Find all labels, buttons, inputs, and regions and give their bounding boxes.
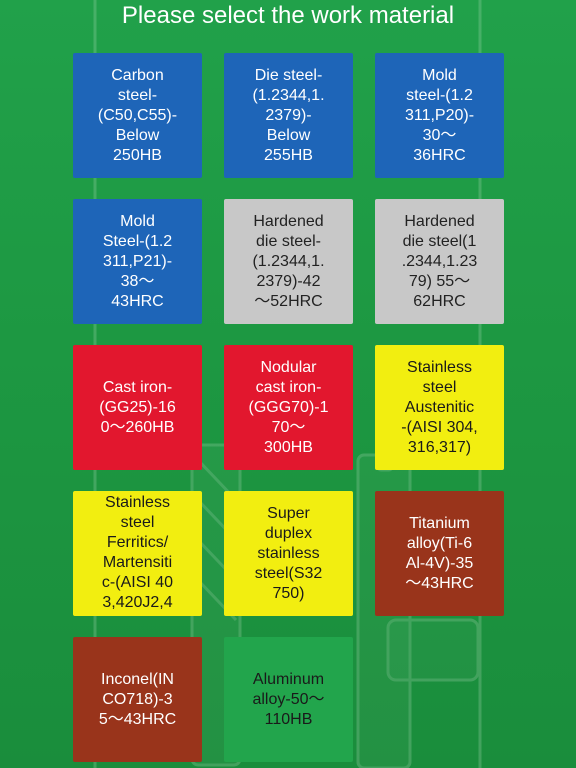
material-button[interactable]: Aluminum alloy-50～ 110HB — [224, 637, 353, 762]
material-label: Super duplex stainless steel(S32 750) — [254, 504, 323, 602]
material-button[interactable]: Mold Steel-(1.2 311,P21)- 38～ 43HRC — [73, 199, 202, 324]
page-title: Please select the work material — [121, 2, 455, 29]
material-button[interactable]: Mold steel-(1.2 311,P20)- 30～ 36HRC — [375, 53, 504, 178]
material-label: Mold steel-(1.2 311,P20)- 30～ 36HRC — [404, 66, 475, 164]
material-button[interactable]: Stainless steel Ferritics/ Martensiti c-… — [73, 491, 202, 616]
material-label: Die steel- (1.2344,1. 2379)- Below 255HB — [252, 66, 325, 164]
material-button[interactable]: Stainless steel Austenitic -(AISI 304, 3… — [375, 345, 504, 470]
material-button[interactable]: Hardened die steel- (1.2344,1. 2379)-42 … — [224, 199, 353, 324]
material-label: Carbon steel- (C50,C55)- Below 250HB — [97, 66, 178, 164]
material-grid: Carbon steel- (C50,C55)- Below 250HB Die … — [73, 53, 504, 768]
material-button[interactable]: Nodular cast iron- (GGG70)-1 70～ 300HB — [224, 345, 353, 470]
material-label: Stainless steel Austenitic -(AISI 304, 3… — [401, 358, 478, 456]
material-label: Inconel(IN CO718)-3 5～43HRC — [98, 670, 177, 728]
material-label: Mold Steel-(1.2 311,P21)- 38～ 43HRC — [102, 212, 173, 310]
material-label: Hardened die steel- (1.2344,1. 2379)-42 … — [252, 212, 325, 310]
material-button[interactable]: Cast iron- (GG25)-16 0～260HB — [73, 345, 202, 470]
material-button[interactable]: Die steel- (1.2344,1. 2379)- Below 255HB — [224, 53, 353, 178]
material-button[interactable]: Hardened die steel(1 .2344,1.23 79) 55～ … — [375, 199, 504, 324]
material-button[interactable]: Inconel(IN CO718)-3 5～43HRC — [73, 637, 202, 762]
material-button[interactable]: Titanium alloy(Ti-6 Al-4V)-35 ～43HRC — [375, 491, 504, 616]
material-label: Titanium alloy(Ti-6 Al-4V)-35 ～43HRC — [405, 514, 474, 592]
material-button[interactable]: Carbon steel- (C50,C55)- Below 250HB — [73, 53, 202, 178]
material-button[interactable]: Super duplex stainless steel(S32 750) — [224, 491, 353, 616]
material-label: Stainless steel Ferritics/ Martensiti c-… — [101, 494, 174, 611]
material-label: Cast iron- (GG25)-16 0～260HB — [99, 378, 176, 436]
material-label: Nodular cast iron- (GGG70)-1 70～ 300HB — [248, 358, 329, 456]
material-label: Hardened die steel(1 .2344,1.23 79) 55～ … — [401, 212, 478, 310]
material-label: Aluminum alloy-50～ 110HB — [252, 670, 325, 728]
